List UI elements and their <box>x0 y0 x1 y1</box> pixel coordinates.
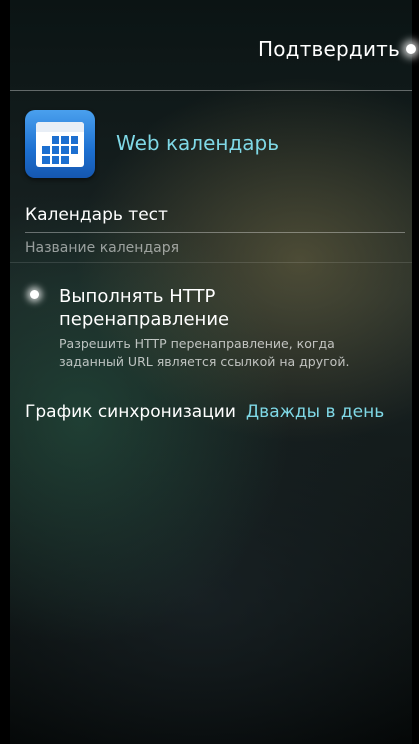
sync-schedule-row[interactable]: График синхронизации Дважды в день <box>25 402 384 422</box>
header-divider <box>10 90 412 91</box>
calendar-name-field[interactable]: Календарь тест <box>25 205 168 225</box>
top-bar: Подтвердить <box>10 0 412 88</box>
divider <box>10 262 412 263</box>
sync-schedule-label: График синхронизации <box>25 402 236 422</box>
redirect-checkbox[interactable] <box>30 290 39 299</box>
screen-edge-right <box>412 0 419 744</box>
calendar-name-hint: Название календаря <box>25 240 180 256</box>
app-title: Web календарь <box>116 131 280 155</box>
confirm-button[interactable]: Подтвердить <box>258 37 400 61</box>
calendar-icon <box>25 110 95 178</box>
sync-schedule-value[interactable]: Дважды в день <box>246 402 384 422</box>
screen-edge-left <box>0 0 10 744</box>
redirect-option-title[interactable]: Выполнять HTTP перенаправление <box>59 285 359 331</box>
redirect-option-description: Разрешить HTTP перенаправление, когда за… <box>59 336 350 369</box>
confirm-indicator-icon <box>406 44 416 54</box>
calendar-name-underline <box>25 232 405 233</box>
